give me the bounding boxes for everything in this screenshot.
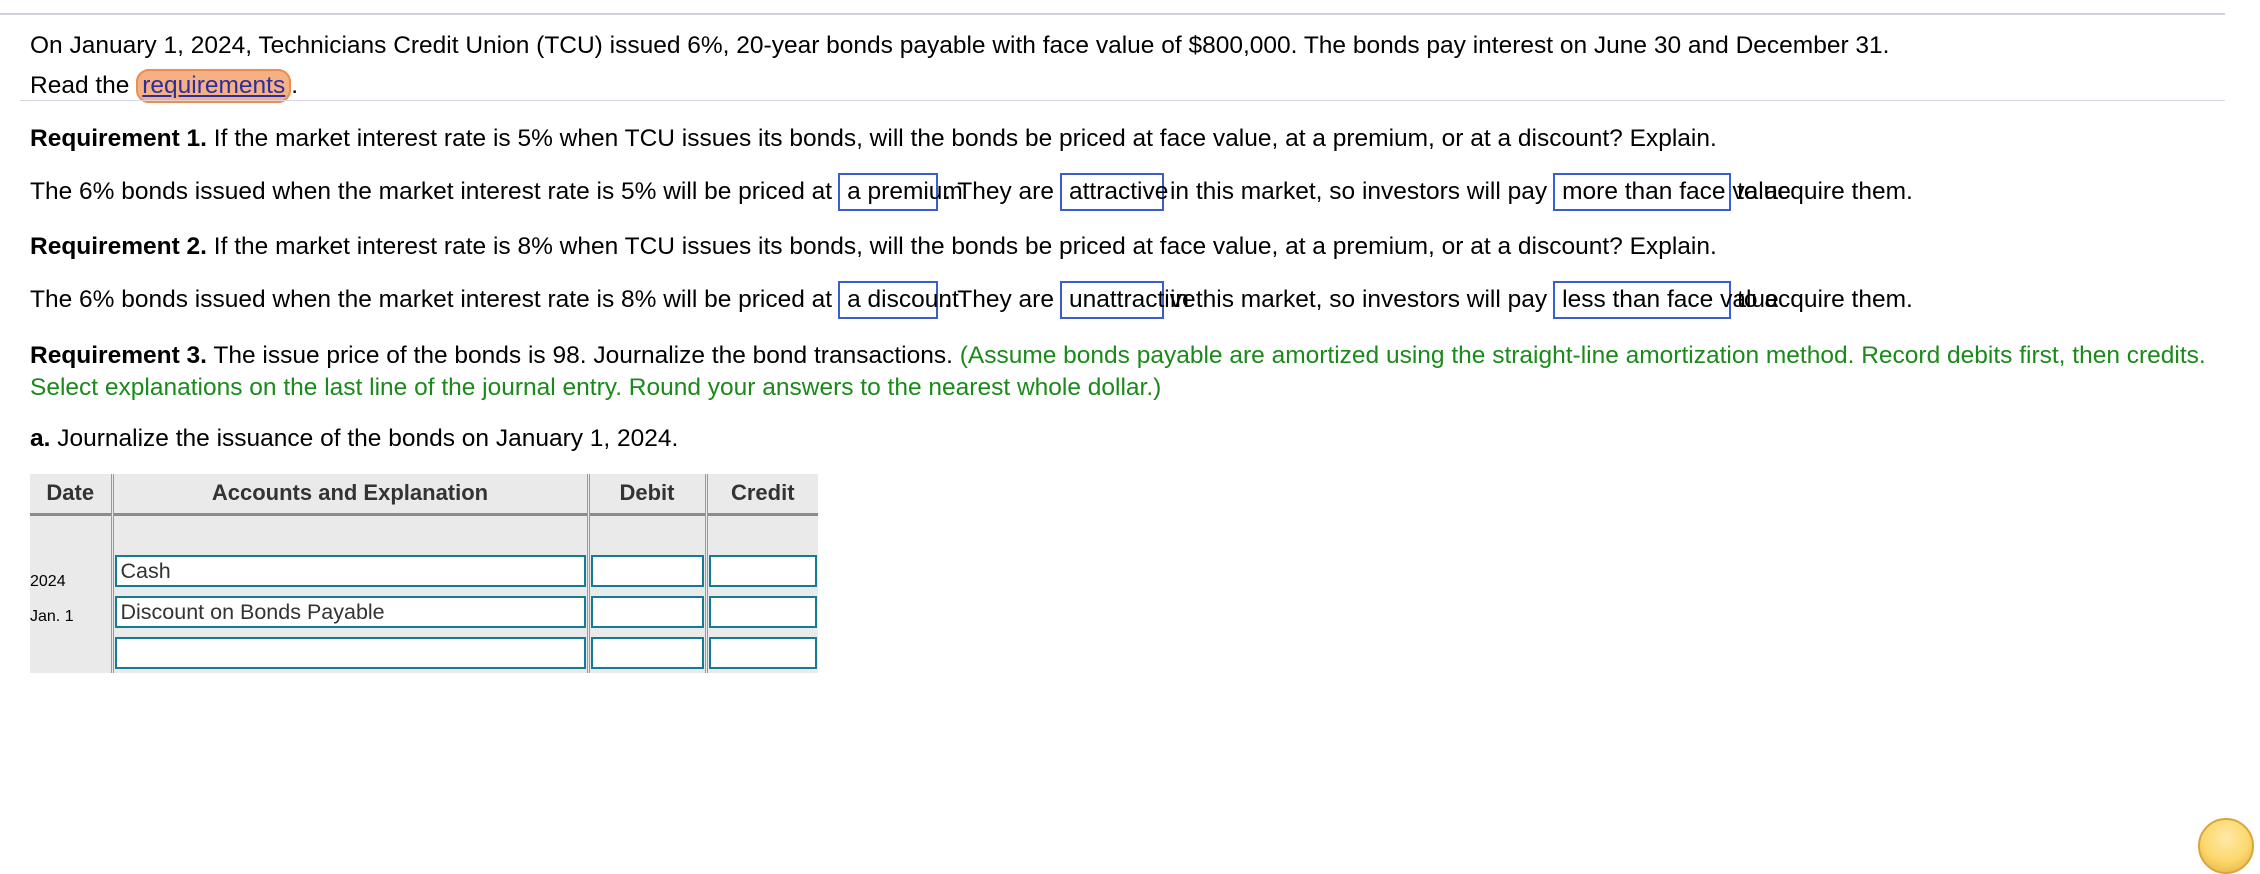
credit-input-1[interactable] [708, 554, 817, 587]
journal-account-cell-2: Discount on Bonds Payable [112, 591, 590, 632]
requirement-3-label: Requirement 3. [30, 342, 207, 369]
journal-body-row: 2024 Jan. 1 [30, 514, 818, 673]
read-prefix-text: Read the [30, 72, 137, 99]
journal-spacer-account [112, 514, 590, 550]
requirements-body: Requirement 1. If the market interest ra… [30, 124, 2240, 697]
account-input-3[interactable] [114, 636, 586, 669]
journal-credit-cell-2 [706, 591, 818, 632]
requirement-1-label: Requirement 1. [30, 125, 207, 152]
requirement-1-heading: Requirement 1. If the market interest ra… [30, 124, 2240, 154]
requirement-1-question: If the market interest rate is 5% when T… [207, 125, 1717, 152]
column-header-date: Date [30, 474, 114, 516]
journal-date-year: 2024 [30, 572, 66, 590]
journal-date-cell: 2024 Jan. 1 [30, 514, 114, 673]
journal-table-clip: Date Accounts and Explanation Debit Cred… [30, 474, 820, 697]
req2-blank-pricing[interactable]: a discount [838, 281, 959, 319]
journal-account-cell-1: Cash [112, 550, 590, 591]
top-divider [0, 13, 2225, 15]
journal-account-cell-3 [112, 632, 590, 673]
requirement-1-answer-line: The 6% bonds issued when the market inte… [30, 173, 2240, 211]
journal-entry-table: Date Accounts and Explanation Debit Cred… [30, 474, 818, 673]
help-bubble-icon[interactable] [2198, 818, 2254, 874]
req1-segment-3: in this market, so investors will pay [1169, 178, 1548, 205]
problem-intro: On January 1, 2024, Technicians Credit U… [30, 26, 2230, 106]
requirement-2-question: If the market interest rate is 8% when T… [207, 233, 1717, 260]
req2-segment-4: to acquire them. [1737, 286, 1913, 313]
req2-blank-payment[interactable]: less than face value [1553, 281, 1779, 319]
journal-spacer-credit [706, 514, 818, 550]
journal-debit-cell-1 [588, 550, 708, 591]
journal-debit-cell-2 [588, 591, 708, 632]
credit-input-2[interactable] [708, 595, 817, 628]
journal-table-header: Date Accounts and Explanation Debit Cred… [30, 474, 818, 516]
account-input-1[interactable]: Cash [114, 554, 586, 587]
requirement-2-heading: Requirement 2. If the market interest ra… [30, 232, 2240, 262]
column-header-debit: Debit [588, 474, 708, 516]
req1-blank-payment[interactable]: more than face value [1553, 173, 1791, 211]
req1-segment-2: . They are [944, 178, 1054, 205]
table-row: Discount on Bonds Payable [30, 591, 818, 632]
journal-date-day: Jan. 1 [30, 607, 74, 625]
requirement-3-question: The issue price of the bonds is 98. Jour… [207, 342, 960, 369]
req1-blank-attractiveness[interactable]: attractive [1059, 173, 1168, 211]
column-header-credit: Credit [706, 474, 818, 516]
req2-segment-3: in this market, so investors will pay [1169, 286, 1548, 313]
requirements-link[interactable]: requirements [136, 69, 292, 103]
date-stack: 2024 Jan. 1 [30, 555, 111, 634]
read-suffix-text: . [291, 72, 299, 99]
column-header-accounts: Accounts and Explanation [112, 474, 590, 516]
requirement-2-label: Requirement 2. [30, 233, 207, 260]
req1-blank-pricing[interactable]: a premium [838, 173, 963, 211]
journal-entry-table-wrapper: Date Accounts and Explanation Debit Cred… [30, 474, 818, 697]
req2-segment-2: . They are [944, 286, 1054, 313]
credit-input-3[interactable] [708, 636, 817, 669]
intro-paragraph: On January 1, 2024, Technicians Credit U… [30, 32, 1890, 59]
requirement-3-heading: Requirement 3. The issue price of the bo… [30, 340, 2240, 404]
debit-input-1[interactable] [590, 554, 704, 587]
journal-header-row: Date Accounts and Explanation Debit Cred… [30, 474, 818, 516]
table-row: Cash [30, 550, 818, 591]
journal-spacer-debit [588, 514, 708, 550]
account-input-2[interactable]: Discount on Bonds Payable [114, 595, 586, 628]
req2-blank-attractiveness[interactable]: unattractive [1059, 281, 1196, 319]
req1-segment-1: The 6% bonds issued when the market inte… [30, 178, 833, 205]
journal-debit-cell-3 [588, 632, 708, 673]
part-a-heading: a. Journalize the issuance of the bonds … [30, 424, 2240, 454]
req1-segment-4: to acquire them. [1737, 178, 1913, 205]
intro-separator [20, 100, 2225, 101]
debit-input-2[interactable] [590, 595, 704, 628]
req2-segment-1: The 6% bonds issued when the market inte… [30, 286, 833, 313]
requirement-2-answer-line: The 6% bonds issued when the market inte… [30, 281, 2240, 319]
table-row [30, 632, 818, 673]
journal-table-body: 2024 Jan. 1 Cash Discount on Bonds Payab… [30, 514, 818, 673]
part-a-text: Journalize the issuance of the bonds on … [50, 425, 679, 452]
part-a-label: a. [30, 425, 51, 452]
journal-credit-cell-1 [706, 550, 818, 591]
debit-input-3[interactable] [590, 636, 704, 669]
journal-credit-cell-3 [706, 632, 818, 673]
